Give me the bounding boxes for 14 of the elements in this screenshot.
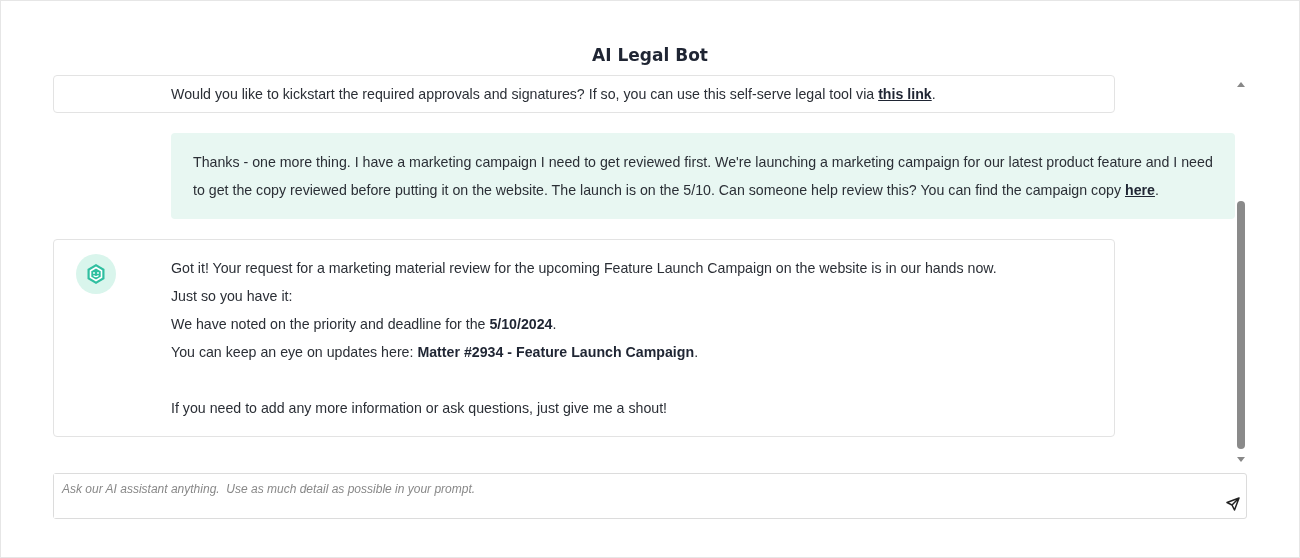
- message-text: Got it! Your request for a marketing material review for the upcoming Feature Launch Campaign on the website is in our hands now. Just so you have it:: [171, 259, 998, 306]
- message-input[interactable]: Ask our AI assistant anything. Use as much detail as possible in your prompt.: [53, 473, 1247, 519]
- link[interactable]: here: [1125, 182, 1155, 198]
- message-text: You can keep an eye on updates here: Matter #2934 - Feature Launch Campaign.: [171, 343, 700, 362]
- bot-avatar-icon: [76, 254, 116, 294]
- scroll-up-icon[interactable]: [1236, 81, 1246, 87]
- send-icon: [1226, 497, 1240, 511]
- message-text: If you need to add any more information or ask questions, just give me a shout!: [171, 399, 669, 418]
- message-text: Thanks - one more thing. I have a marketing campaign I need to get reviewed first. We're launching a marketing campaign for our latest product feature and I need to get the copy reviewed before putting it on the website. The launch is on the 5/10. Can someone help review this? You can find the campaign copy here.: [193, 153, 1213, 200]
- link[interactable]: this link: [878, 86, 932, 102]
- window-title: AI Legal Bot: [592, 45, 708, 65]
- message-text: We have noted on the priority and deadline for the 5/10/2024.: [171, 315, 558, 334]
- message-text: Would you like to kickstart the required approvals and signatures? If so, you can use this self-serve legal tool via this link.: [171, 85, 937, 104]
- scroll-down-icon[interactable]: [1236, 457, 1246, 463]
